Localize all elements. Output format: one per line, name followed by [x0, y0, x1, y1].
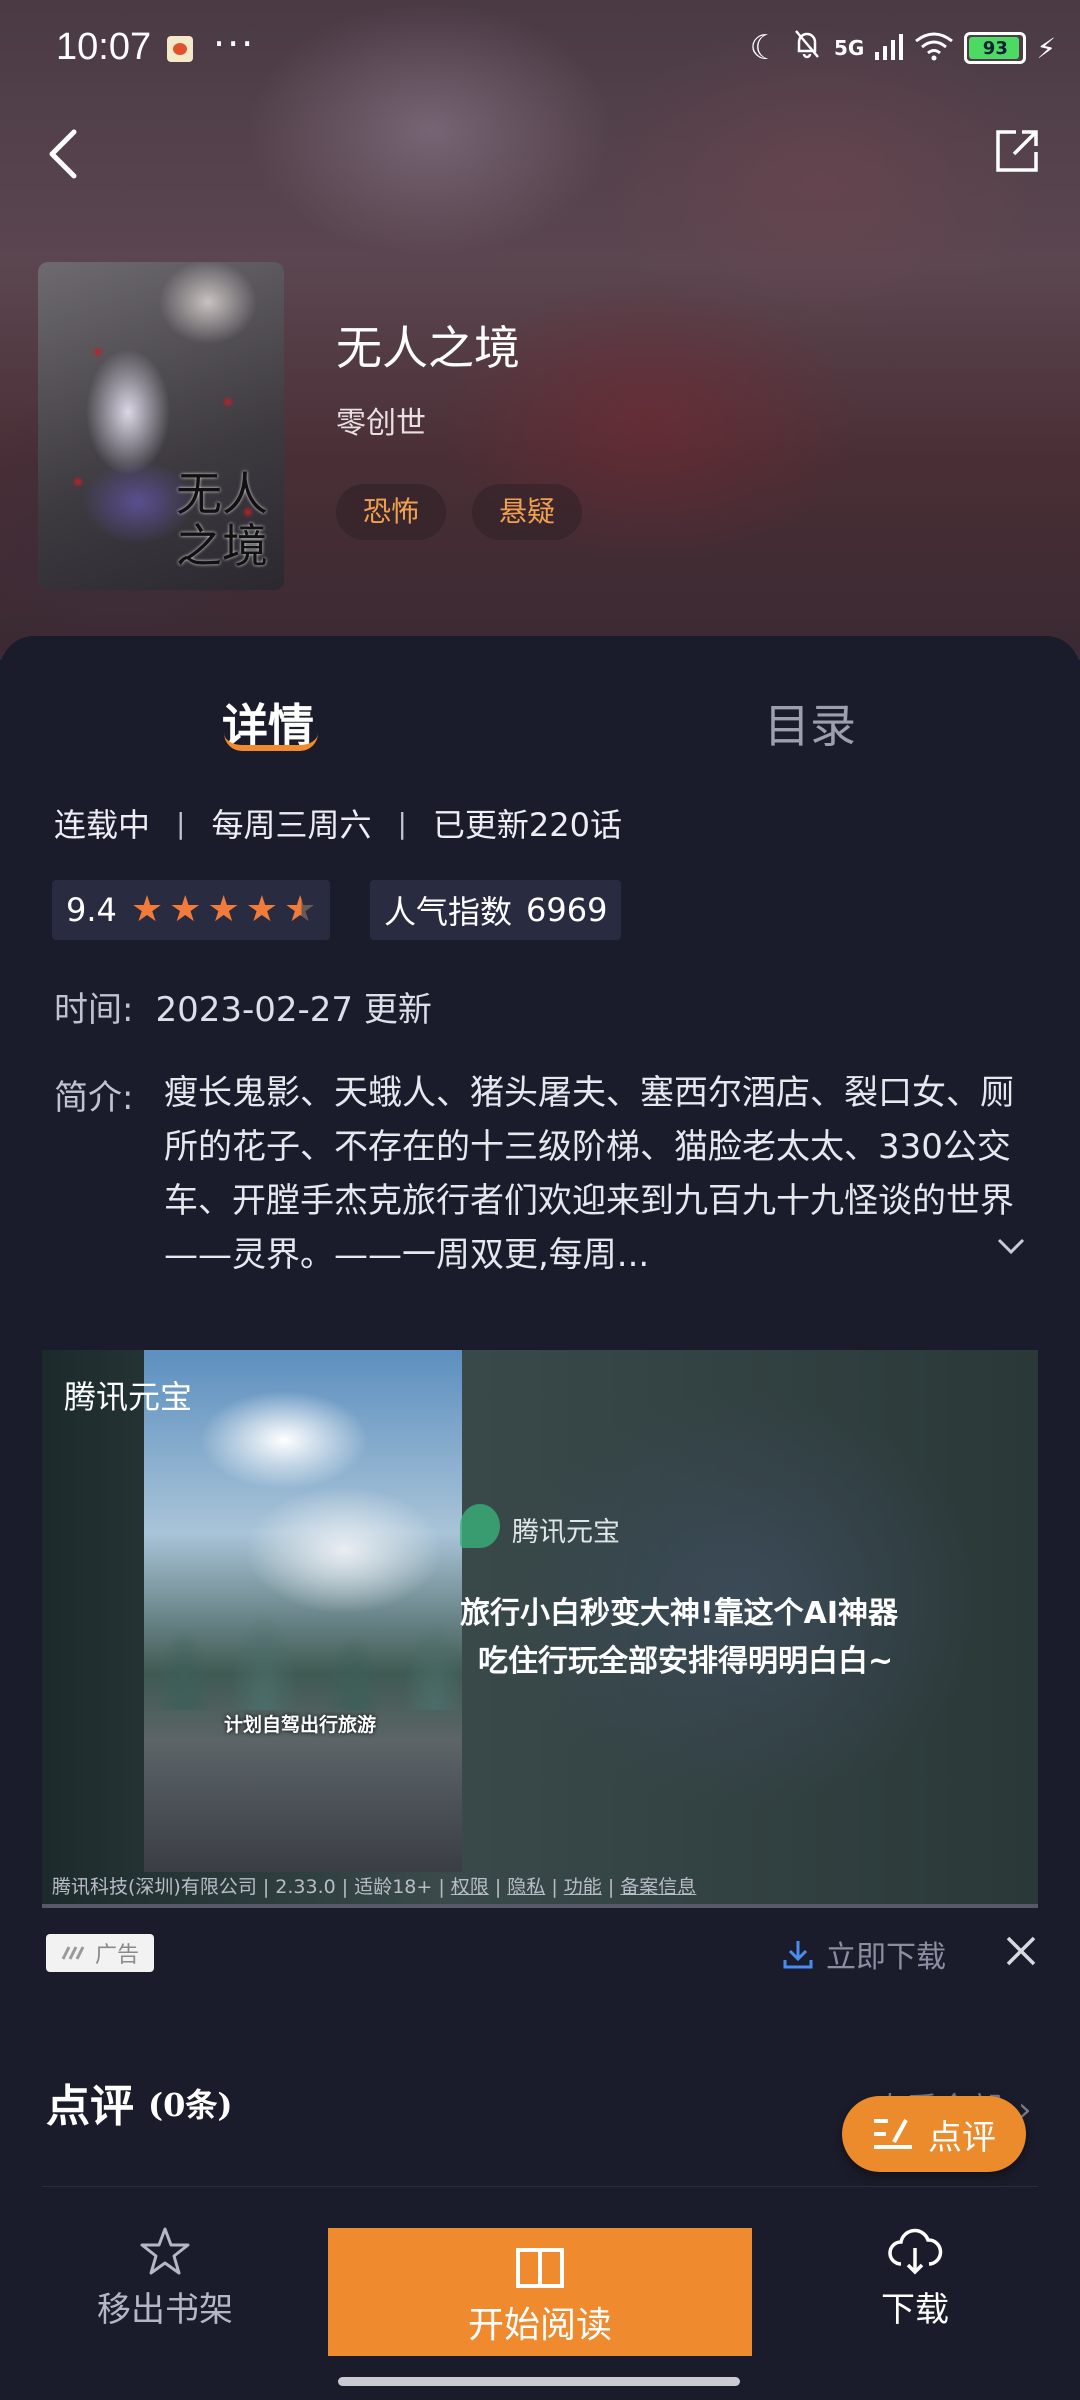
- rating-box: 9.4 ★ ★ ★ ★ ★: [52, 880, 331, 940]
- status-time: 10:07: [56, 26, 152, 68]
- moon-icon: ☾: [749, 28, 780, 68]
- popularity-box: 人气指数 6969: [370, 880, 622, 940]
- intro-label: 简介:: [54, 1078, 134, 1118]
- book-cover: 无人之境: [38, 262, 284, 590]
- edit-list-icon: [874, 2119, 912, 2149]
- battery-icon: 93: [964, 32, 1027, 64]
- ad-banner[interactable]: 计划自驾出行旅游 腾讯元宝 腾讯元宝 旅行小白秒变大神!靠这个AI神器 吃住行玩…: [42, 1350, 1038, 1908]
- ad-company: 腾讯科技(深圳)有限公司 | 2.33.0 | 适龄18+ |: [52, 1876, 451, 1898]
- network-type: 5G: [833, 36, 865, 60]
- back-arrow-icon[interactable]: [44, 124, 84, 184]
- ad-video-frame: 计划自驾出行旅游: [144, 1350, 462, 1872]
- star-icon: ★: [245, 889, 279, 930]
- ad-source-icon: [61, 1946, 85, 1960]
- ad-brand: 腾讯元宝: [64, 1378, 193, 1416]
- remove-from-shelf-button[interactable]: 移出书架: [80, 2226, 250, 2331]
- home-indicator[interactable]: [338, 2377, 740, 2386]
- serial-status: 连载中: [54, 806, 151, 844]
- tag-horror[interactable]: 恐怖: [336, 484, 447, 540]
- star-outline-icon: [140, 2227, 190, 2275]
- tag-list: 恐怖 悬疑: [336, 484, 583, 540]
- cloud-download-icon: [888, 2228, 943, 2275]
- signal-icon: [874, 32, 904, 64]
- tab-active-indicator: [224, 733, 318, 751]
- book-open-icon: [516, 2248, 564, 2288]
- more-notifications-icon: ···: [213, 22, 256, 66]
- yuanbao-logo-icon: [460, 1504, 500, 1548]
- intro-text[interactable]: 瘦长鬼影、天蛾人、猪头屠夫、塞西尔酒店、裂口女、厕所的花子、不存在的十三级阶梯、…: [164, 1066, 1044, 1282]
- ad-headline-2: 吃住行玩全部安排得明明白白~: [478, 1644, 894, 1679]
- meta-separator: |: [397, 806, 407, 840]
- time-value: 2023-02-27 更新: [155, 990, 432, 1030]
- ad-link-privacy[interactable]: 隐私: [507, 1876, 545, 1898]
- download-icon: [783, 1941, 813, 1969]
- ad-link-features[interactable]: 功能: [564, 1876, 602, 1898]
- ad-headline-1: 旅行小白秒变大神!靠这个AI神器: [460, 1596, 899, 1631]
- ad-badge: 广告: [46, 1934, 154, 1972]
- ad-close-icon[interactable]: [1004, 1934, 1038, 1968]
- wifi-icon: [914, 31, 954, 65]
- start-reading-button[interactable]: 开始阅读: [328, 2228, 752, 2356]
- rating-score: 9.4: [66, 891, 117, 929]
- review-count: (0条): [148, 2086, 233, 2124]
- ad-video-caption: 计划自驾出行旅游: [224, 1714, 377, 1736]
- star-icon: ★: [207, 889, 240, 930]
- ad-progress-bar: [42, 1904, 1038, 1908]
- ad-footer: 腾讯科技(深圳)有限公司 | 2.33.0 | 适龄18+ | 权限 | 隐私 …: [52, 1876, 697, 1898]
- ad-link-filing[interactable]: 备案信息: [620, 1876, 696, 1898]
- app-notification-icon: [167, 36, 193, 62]
- ad-download-button[interactable]: 立即下载: [782, 1932, 946, 1976]
- ad-link-permissions[interactable]: 权限: [451, 1876, 489, 1898]
- book-author[interactable]: 零创世: [336, 398, 426, 442]
- section-divider: [42, 2186, 1038, 2187]
- star-icon: ★: [169, 889, 202, 930]
- status-bar: 10:07 ··· ☾ 5G 93 ⚡: [0, 0, 1080, 100]
- expand-chevron-icon[interactable]: [996, 1236, 1026, 1256]
- write-review-button[interactable]: 点评: [842, 2096, 1026, 2172]
- tab-toc[interactable]: 目录: [764, 690, 856, 756]
- chapter-count: 已更新220话: [432, 806, 622, 844]
- review-section-title: 点评: [46, 2081, 134, 2132]
- mute-bell-icon: [790, 27, 824, 70]
- cover-title-art: 无人之境: [176, 467, 268, 573]
- status-icons: ☾ 5G 93 ⚡: [750, 28, 1057, 68]
- popularity-label: 人气指数: [384, 893, 513, 931]
- popularity-value: 6969: [526, 891, 608, 929]
- half-star-icon: ★: [284, 889, 317, 930]
- meta-separator: |: [176, 806, 186, 840]
- download-button[interactable]: 下载: [860, 2226, 970, 2331]
- book-meta: 连载中 | 每周三周六 | 已更新220话: [54, 800, 622, 846]
- book-title: 无人之境: [336, 321, 520, 375]
- update-time-row: 时间: 2023-02-27 更新: [54, 982, 432, 1031]
- share-icon[interactable]: [994, 128, 1040, 174]
- time-label: 时间:: [54, 990, 134, 1030]
- star-icon: ★: [130, 889, 164, 930]
- update-schedule: 每周三周六: [211, 806, 372, 844]
- ad-logo-text: 腾讯元宝: [512, 1517, 620, 1548]
- tag-suspense[interactable]: 悬疑: [472, 484, 583, 540]
- charging-icon: ⚡: [1036, 31, 1056, 65]
